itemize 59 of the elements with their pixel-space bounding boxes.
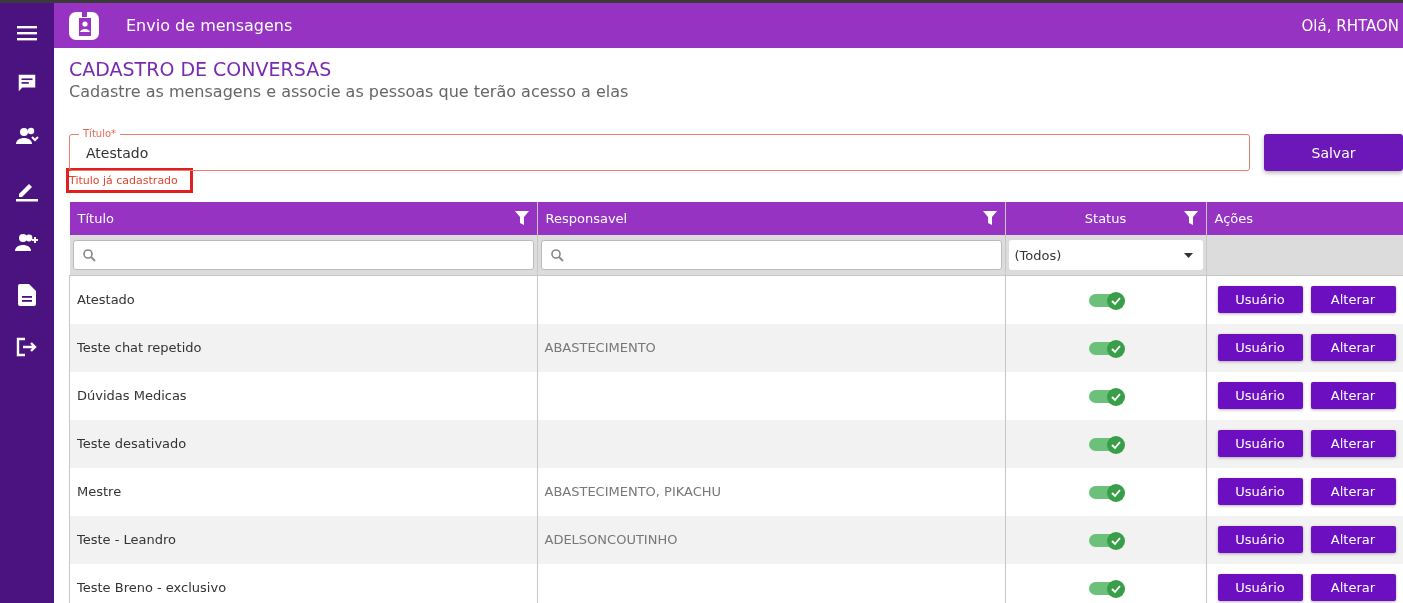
search-icon	[550, 248, 564, 262]
action-button[interactable]: Alterar	[1310, 382, 1396, 409]
table-cell: ABASTECIMENTO	[537, 323, 1005, 372]
status-toggle[interactable]	[1088, 294, 1123, 308]
badge-logo-icon	[68, 9, 100, 42]
add-user-icon[interactable]	[15, 233, 39, 253]
action-button[interactable]: Alterar	[1310, 478, 1396, 505]
field-label: Título*	[79, 127, 121, 140]
table-cell: ABASTECIMENTO, PIKACHU	[537, 467, 1005, 516]
status-toggle[interactable]	[1088, 342, 1123, 355]
status-toggle[interactable]	[1088, 486, 1123, 499]
title-field[interactable]: Título* Atestado	[69, 126, 1250, 171]
search-field[interactable]	[72, 240, 534, 270]
column-header[interactable]: Título	[69, 202, 537, 235]
page-subtitle: Cadastre as mensagens e associe as pessoas que terão acesso a elas	[69, 82, 630, 101]
save-button[interactable]: Salvar	[1264, 134, 1403, 171]
filter-icon[interactable]	[514, 211, 529, 225]
action-button[interactable]: Usuário	[1217, 382, 1303, 409]
action-button[interactable]: Usuário	[1217, 526, 1303, 553]
column-header[interactable]: Status	[1005, 202, 1206, 235]
action-button[interactable]: Alterar	[1310, 286, 1396, 314]
title-input-field[interactable]: Atestado	[84, 143, 1235, 162]
action-button[interactable]: Usuário	[1217, 334, 1303, 361]
column-header[interactable]: Responsavel	[537, 202, 1005, 235]
column-header[interactable]: Ações	[1206, 202, 1403, 235]
user-greeting: Olá, RHTAON	[1301, 16, 1399, 35]
error-message: Titulo já cadastrado	[69, 171, 190, 190]
filter-icon[interactable]	[1183, 211, 1198, 225]
table-cell: Teste - Leandro	[69, 515, 537, 564]
status-toggle[interactable]	[1088, 438, 1123, 451]
action-button[interactable]: Alterar	[1310, 334, 1396, 361]
status-toggle[interactable]	[1088, 534, 1123, 547]
action-button[interactable]: Usuário	[1217, 286, 1303, 314]
menu-icon[interactable]	[17, 25, 37, 41]
action-button[interactable]: Usuário	[1217, 478, 1303, 505]
table-cell: Teste desativado	[69, 419, 537, 468]
status-dropdown[interactable]: (Todos)	[1008, 240, 1203, 270]
action-button[interactable]: Alterar	[1310, 526, 1396, 553]
table-cell: Teste chat repetido	[69, 323, 537, 372]
page-title: CADASTRO DE CONVERSAS	[69, 58, 333, 80]
search-icon	[82, 248, 96, 262]
table-cell: Teste Breno - exclusivo	[69, 563, 537, 603]
action-button[interactable]: Alterar	[1310, 574, 1396, 601]
table-cell: Atestado	[69, 275, 537, 324]
status-toggle[interactable]	[1088, 390, 1123, 403]
search-field[interactable]	[540, 240, 1002, 270]
filter-icon[interactable]	[982, 211, 997, 225]
action-button[interactable]: Alterar	[1310, 430, 1396, 457]
people-icon[interactable]	[15, 125, 39, 147]
document-icon[interactable]	[18, 284, 36, 306]
app-title: Envio de mensagens	[126, 16, 293, 35]
table-cell: ADELSONCOUTINHO	[537, 515, 1005, 564]
logout-icon[interactable]	[16, 337, 38, 357]
status-toggle[interactable]	[1088, 582, 1123, 595]
dropdown-caret-icon	[1183, 252, 1193, 258]
action-button[interactable]: Usuário	[1217, 574, 1303, 601]
table-cell: Dúvidas Medicas	[69, 371, 537, 420]
action-button[interactable]: Usuário	[1217, 430, 1303, 457]
table-cell: Mestre	[69, 467, 537, 516]
